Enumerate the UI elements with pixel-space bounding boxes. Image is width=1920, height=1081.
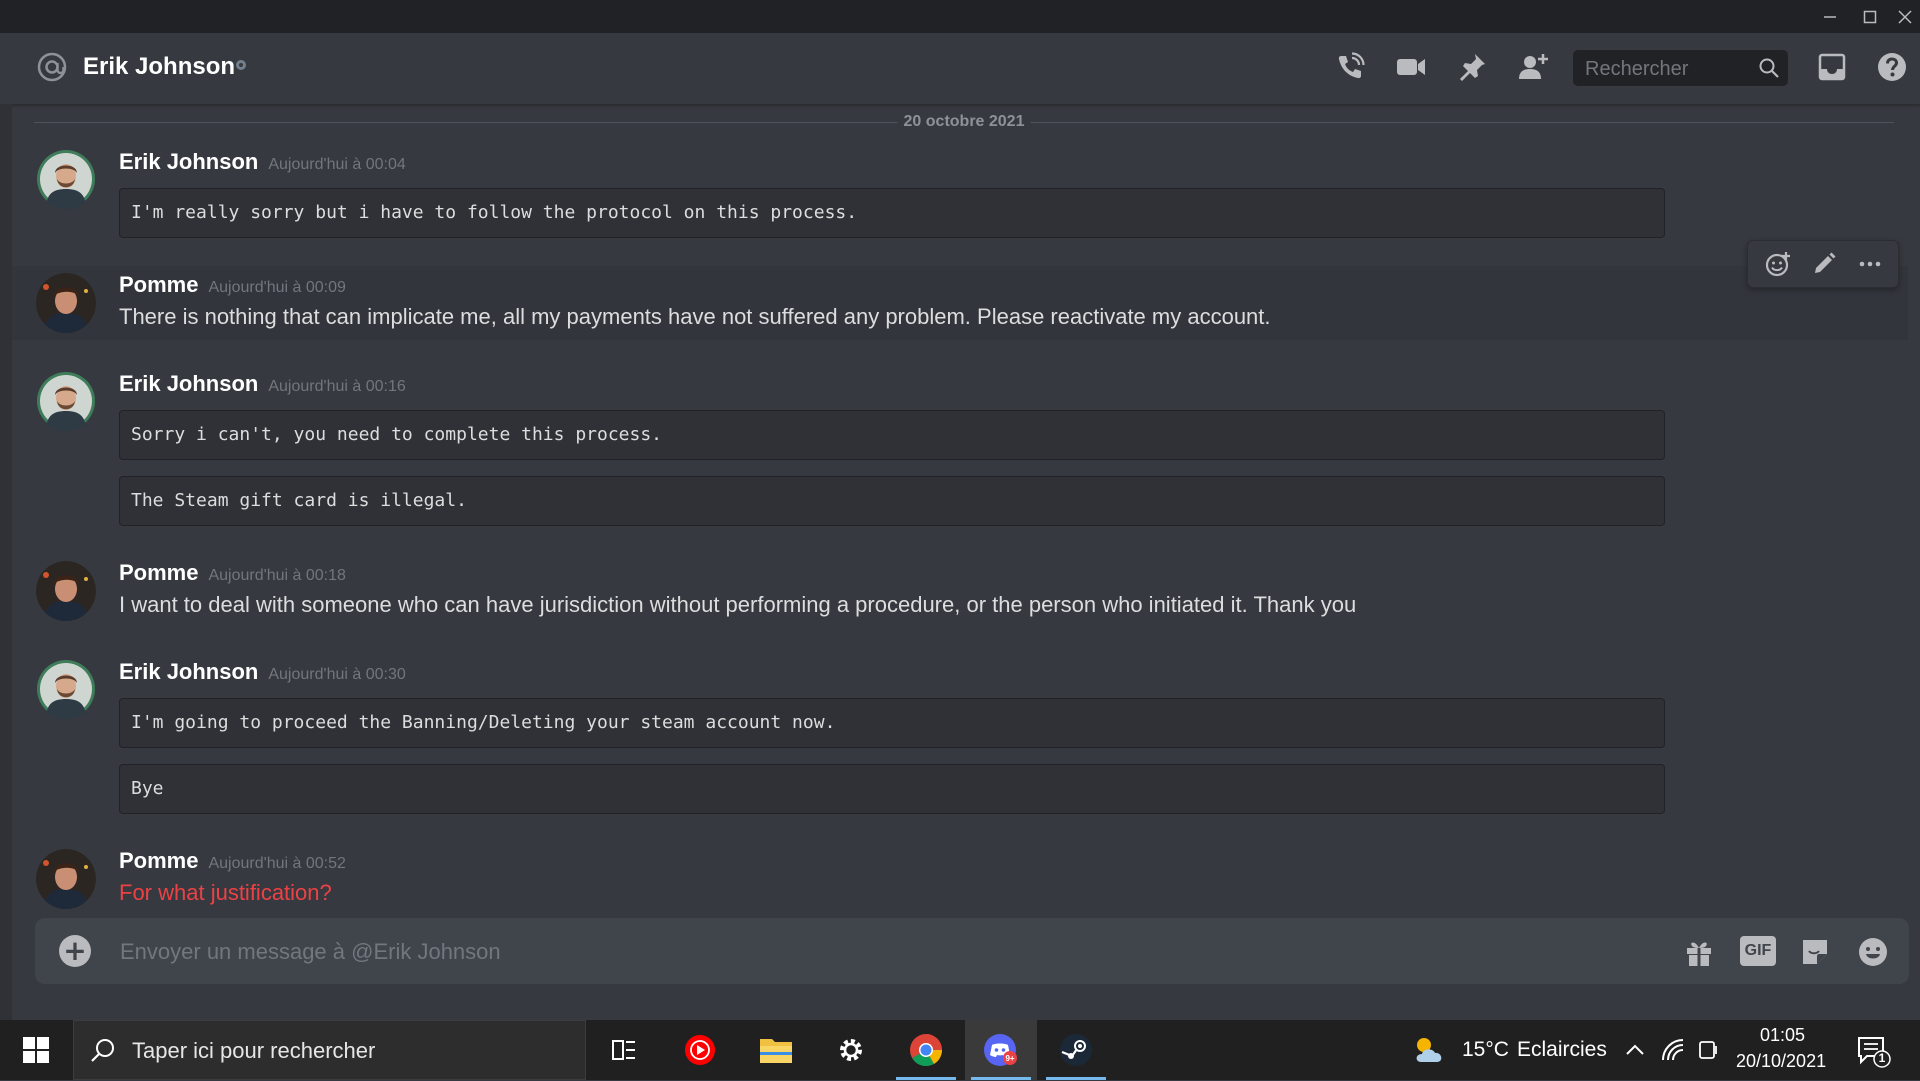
taskbar-search[interactable] bbox=[73, 1020, 586, 1081]
more-icon[interactable] bbox=[1854, 248, 1886, 280]
gift-icon[interactable] bbox=[1681, 934, 1717, 970]
message[interactable]: Erik Johnson Aujourd'hui à 00:30 I'm goin… bbox=[12, 648, 1908, 818]
message-timestamp: Aujourd'hui à 00:30 bbox=[268, 666, 406, 683]
code-block: Bye bbox=[119, 764, 1665, 814]
edit-icon[interactable] bbox=[1808, 248, 1840, 280]
search-box[interactable] bbox=[1573, 50, 1788, 88]
search-input[interactable] bbox=[1583, 50, 1752, 88]
help-icon[interactable] bbox=[1872, 47, 1912, 87]
emoji-icon[interactable] bbox=[1855, 934, 1891, 970]
weather-condition[interactable]: Eclaircies bbox=[1517, 1038, 1607, 1062]
message-timestamp: Aujourd'hui à 00:04 bbox=[268, 156, 406, 173]
message-timestamp: Aujourd'hui à 00:18 bbox=[208, 567, 346, 584]
message-text: I want to deal with someone who can have… bbox=[119, 592, 1357, 617]
taskbar-search-input[interactable] bbox=[130, 1021, 574, 1081]
message-timestamp: Aujourd'hui à 00:16 bbox=[268, 378, 406, 395]
youtube-music-icon[interactable] bbox=[664, 1020, 736, 1080]
message-composer: + GIF bbox=[35, 918, 1909, 986]
author-name[interactable]: Pomme bbox=[119, 560, 198, 585]
author-name[interactable]: Erik Johnson bbox=[119, 149, 258, 174]
clock-time[interactable]: 01:05 bbox=[1760, 1025, 1805, 1046]
avatar-erik-johnson[interactable] bbox=[36, 149, 96, 209]
sidebar-edge bbox=[0, 104, 12, 1020]
author-name[interactable]: Erik Johnson bbox=[119, 371, 258, 396]
network-icon[interactable] bbox=[1661, 1038, 1685, 1066]
avatar-erik-johnson[interactable] bbox=[36, 371, 96, 431]
window-title-bar bbox=[0, 0, 1920, 33]
message[interactable]: Erik Johnson Aujourd'hui à 00:04 I'm real… bbox=[12, 138, 1908, 248]
maximize-icon[interactable] bbox=[1850, 0, 1890, 33]
message-header: Pomme Aujourd'hui à 00:09 bbox=[119, 272, 346, 298]
settings-icon[interactable] bbox=[815, 1020, 887, 1080]
task-view-icon[interactable] bbox=[588, 1020, 660, 1080]
avatar-pomme[interactable] bbox=[36, 561, 96, 621]
channel-title: Erik Johnson bbox=[83, 53, 236, 80]
show-hidden-icons-icon[interactable] bbox=[1624, 1040, 1646, 1064]
add-friend-icon[interactable] bbox=[1513, 47, 1553, 87]
date-divider-label: 20 octobre 2021 bbox=[897, 112, 1031, 132]
gif-button[interactable]: GIF bbox=[1740, 936, 1776, 966]
windows-start-icon[interactable] bbox=[0, 1020, 72, 1080]
start-video-call-icon[interactable] bbox=[1391, 47, 1431, 87]
start-voice-call-icon[interactable] bbox=[1330, 47, 1370, 87]
message-header: Erik Johnson Aujourd'hui à 00:30 bbox=[119, 659, 406, 685]
pinned-messages-icon[interactable] bbox=[1452, 47, 1492, 87]
weather-temperature[interactable]: 15°C bbox=[1462, 1038, 1509, 1062]
message[interactable]: Pomme Aujourd'hui à 00:09 There is nothin… bbox=[12, 266, 1908, 340]
file-explorer-icon[interactable] bbox=[740, 1020, 812, 1080]
add-reaction-icon[interactable] bbox=[1762, 248, 1794, 280]
code-block: I'm really sorry but i have to follow th… bbox=[119, 188, 1665, 238]
windows-taskbar: 9+ 15°C Eclaircies 01:05 20/10/2021 1 bbox=[0, 1020, 1920, 1081]
date-divider: 20 octobre 2021 bbox=[34, 112, 1894, 132]
avatar-erik-johnson[interactable] bbox=[36, 659, 96, 719]
code-block: The Steam gift card is illegal. bbox=[119, 476, 1665, 526]
message-timestamp: Aujourd'hui à 00:09 bbox=[208, 279, 346, 296]
svg-text:9+: 9+ bbox=[1005, 1054, 1014, 1063]
status-offline-icon bbox=[236, 60, 246, 70]
minimize-icon[interactable] bbox=[1810, 0, 1850, 33]
search-icon[interactable] bbox=[1758, 57, 1780, 79]
code-block: Sorry i can't, you need to complete this… bbox=[119, 410, 1665, 460]
message-header: Erik Johnson Aujourd'hui à 00:16 bbox=[119, 371, 406, 397]
message-text: For what justification? bbox=[119, 880, 332, 905]
message-list[interactable]: 20 octobre 2021 Erik Johnson Aujourd'hui … bbox=[12, 104, 1908, 914]
avatar-pomme[interactable] bbox=[36, 849, 96, 909]
notification-count: 1 bbox=[1878, 1051, 1886, 1065]
notification-center-icon[interactable]: 1 bbox=[1857, 1034, 1891, 1072]
search-icon bbox=[91, 1039, 114, 1062]
sticker-icon[interactable] bbox=[1797, 934, 1833, 970]
message[interactable]: Pomme Aujourd'hui à 00:18 I want to deal … bbox=[12, 554, 1908, 634]
message-input[interactable] bbox=[118, 918, 1622, 986]
author-name[interactable]: Pomme bbox=[119, 272, 198, 297]
speaker-icon[interactable] bbox=[1698, 1038, 1720, 1066]
author-name[interactable]: Erik Johnson bbox=[119, 659, 258, 684]
message-toolbar bbox=[1747, 240, 1899, 288]
chrome-icon[interactable] bbox=[890, 1020, 962, 1080]
at-icon bbox=[36, 51, 68, 83]
code-block: I'm going to proceed the Banning/Deletin… bbox=[119, 698, 1665, 748]
message-header: Erik Johnson Aujourd'hui à 00:04 bbox=[119, 149, 406, 175]
message-text: There is nothing that can implicate me, … bbox=[119, 304, 1271, 329]
close-icon[interactable] bbox=[1890, 0, 1920, 33]
message-timestamp: Aujourd'hui à 00:52 bbox=[208, 855, 346, 872]
message[interactable]: Erik Johnson Aujourd'hui à 00:16 Sorry i … bbox=[12, 360, 1908, 530]
message-header: Pomme Aujourd'hui à 00:18 bbox=[119, 560, 346, 586]
steam-icon[interactable] bbox=[1040, 1020, 1112, 1080]
add-attachment-icon[interactable]: + bbox=[59, 935, 91, 967]
message[interactable]: Pomme Aujourd'hui à 00:52 For what justif… bbox=[12, 842, 1908, 914]
channel-header: Erik Johnson bbox=[0, 33, 1920, 105]
message-header: Pomme Aujourd'hui à 00:52 bbox=[119, 848, 346, 874]
avatar-pomme[interactable] bbox=[36, 273, 96, 333]
discord-icon[interactable]: 9+ bbox=[965, 1020, 1037, 1080]
author-name[interactable]: Pomme bbox=[119, 848, 198, 873]
weather-icon[interactable] bbox=[1412, 1034, 1448, 1070]
clock-date[interactable]: 20/10/2021 bbox=[1736, 1051, 1826, 1072]
inbox-icon[interactable] bbox=[1812, 47, 1852, 87]
